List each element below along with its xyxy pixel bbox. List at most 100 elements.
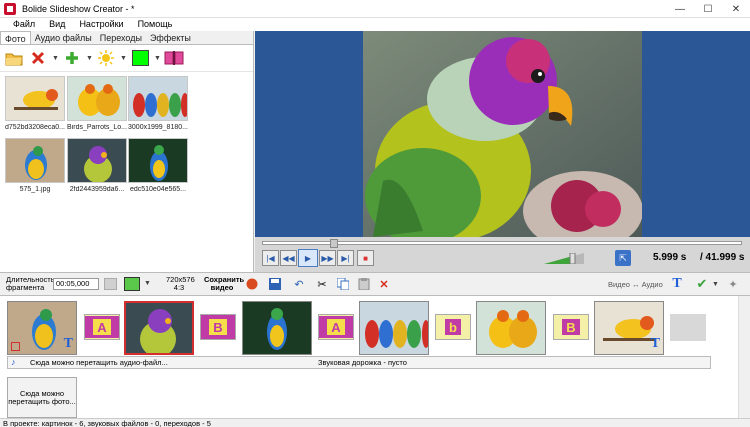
svg-text:A: A: [97, 320, 107, 335]
transition-a[interactable]: A: [84, 314, 120, 340]
tab-audio[interactable]: Аудио файлы: [31, 31, 96, 44]
delete-icon[interactable]: [28, 48, 48, 68]
photo-caption: 2fd2443959da6...: [69, 186, 125, 193]
media-panel: Фото Аудио файлы Переходы Эффекты ▼ ▼ ▼ …: [0, 31, 254, 272]
timeline-slide-selected[interactable]: [124, 301, 194, 355]
cut-icon[interactable]: ✂: [315, 277, 329, 291]
photo-thumbnail[interactable]: d752bd3208eca0...: [5, 76, 65, 131]
color-dropdown-icon[interactable]: ▼: [144, 280, 151, 287]
photo-thumbnail[interactable]: edc510e04e565...: [128, 138, 188, 193]
photo-caption: 575_1.jpg: [19, 186, 51, 193]
color-dropdown-icon[interactable]: ▼: [154, 55, 161, 62]
menu-file[interactable]: Файл: [6, 18, 42, 31]
timeline-toolbar: Длительность фрагмента 00:05,000 ▼ 720x5…: [0, 272, 750, 295]
text-effect-icon: T: [63, 336, 73, 351]
gray-color-swatch[interactable]: [104, 278, 117, 290]
save-icon[interactable]: [268, 277, 282, 291]
photo-caption: Birds_Parrots_Lo...: [67, 124, 127, 131]
close-button[interactable]: ✕: [722, 0, 750, 18]
svg-text:A: A: [331, 320, 341, 335]
timeline: T A B A b B T ♪ Сюда можно перетащить ау…: [0, 295, 750, 419]
effect-badge-icon: [11, 342, 20, 351]
transition-b[interactable]: B: [553, 314, 589, 340]
undo-icon[interactable]: ↶: [292, 277, 306, 291]
sun-icon[interactable]: [96, 48, 116, 68]
empty-slide-slot[interactable]: [670, 314, 706, 341]
title-bar: Bolide Slideshow Creator - * — ☐ ✕: [0, 0, 750, 18]
delete-slide-icon[interactable]: ✕: [377, 277, 391, 291]
seek-bar[interactable]: [262, 239, 742, 248]
audio-track[interactable]: ♪ Сюда можно перетащить аудио-файл... Зв…: [7, 356, 711, 369]
open-folder-icon[interactable]: [4, 48, 24, 68]
app-icon: [4, 2, 16, 15]
add-text-icon[interactable]: T: [670, 276, 684, 291]
timeline-slide[interactable]: [242, 301, 312, 355]
volume-slider[interactable]: [544, 252, 584, 265]
background-color-swatch[interactable]: [130, 48, 150, 68]
maximize-button[interactable]: ☐: [694, 0, 722, 18]
preview-area: [255, 31, 750, 237]
save-video-button[interactable]: Сохранить видео: [204, 276, 244, 292]
photo-caption: d752bd3208eca0...: [5, 124, 65, 131]
duration-label: Длительность фрагмента: [6, 275, 55, 292]
magic-wand-icon[interactable]: ✦: [726, 277, 740, 291]
checkmark-icon[interactable]: ✔: [695, 276, 709, 291]
copy-icon[interactable]: [336, 277, 350, 291]
green-color-swatch[interactable]: [124, 277, 140, 291]
menu-view[interactable]: Вид: [42, 18, 72, 31]
next-button[interactable]: ▶▶: [319, 250, 336, 266]
delete-dropdown-icon[interactable]: ▼: [52, 55, 59, 62]
status-bar: В проекте: картинок - 6, звуковых файлов…: [0, 418, 750, 427]
photo-caption: 3000x1999_8180...: [128, 124, 188, 131]
svg-text:b: b: [449, 320, 457, 335]
audio-track-status: Звуковая дорожка - пусто: [318, 358, 407, 367]
text-effect-icon: T: [650, 336, 660, 351]
menu-help[interactable]: Помощь: [131, 18, 180, 31]
transition-b[interactable]: B: [200, 314, 236, 340]
total-time: / 41.999 s: [700, 252, 745, 263]
duration-input[interactable]: 00:05,000: [53, 278, 99, 290]
timeline-slide[interactable]: [359, 301, 429, 355]
go-start-button[interactable]: |◀: [262, 250, 279, 266]
go-end-button[interactable]: ▶|: [337, 250, 354, 266]
book-icon[interactable]: [164, 48, 184, 68]
transition-b[interactable]: b: [435, 314, 471, 340]
resolution-label[interactable]: 720x576 4:3: [166, 276, 195, 292]
menu-bar: Файл Вид Настройки Помощь: [0, 18, 750, 31]
seek-handle[interactable]: [330, 239, 338, 248]
video-audio-toggle[interactable]: Видео ↔ Аудио: [608, 280, 663, 289]
photo-thumbnail[interactable]: 2fd2443959da6...: [67, 138, 127, 193]
photo-thumbnail[interactable]: Birds_Parrots_Lo...: [67, 76, 127, 131]
menu-settings[interactable]: Настройки: [72, 18, 130, 31]
audio-drag-hint: Сюда можно перетащить аудио-файл...: [30, 358, 168, 367]
player-controls: |◀ ◀◀ ▶ ▶▶ ▶| ■ ⇱ 5.999 s / 41.999 s: [255, 237, 750, 272]
paste-icon[interactable]: [357, 277, 371, 291]
tab-effects[interactable]: Эффекты: [146, 31, 195, 44]
photo-toolbar: ▼ ▼ ▼ ▼: [0, 45, 253, 72]
svg-text:B: B: [566, 320, 575, 335]
tab-photos[interactable]: Фото: [0, 31, 31, 44]
current-time: 5.999 s: [653, 252, 687, 263]
sun-dropdown-icon[interactable]: ▼: [120, 55, 127, 62]
add-icon[interactable]: [62, 48, 82, 68]
previous-button[interactable]: ◀◀: [280, 250, 297, 266]
record-icon[interactable]: [245, 277, 259, 291]
photo-drop-zone[interactable]: Сюда можно перетащить фото...: [7, 377, 77, 418]
checkmark-dropdown-icon[interactable]: ▼: [712, 281, 719, 288]
tab-transitions[interactable]: Переходы: [96, 31, 146, 44]
minimize-button[interactable]: —: [666, 0, 694, 18]
timeline-slide[interactable]: T: [7, 301, 77, 355]
timeline-slide[interactable]: [476, 301, 546, 355]
timeline-slide[interactable]: T: [594, 301, 664, 355]
fullscreen-button[interactable]: ⇱: [615, 250, 631, 266]
photo-thumbnail[interactable]: 575_1.jpg: [5, 138, 65, 193]
photo-caption: edc510e04e565...: [129, 186, 187, 193]
music-note-icon: ♪: [11, 357, 16, 367]
timeline-scrollbar[interactable]: [738, 296, 750, 419]
play-button[interactable]: ▶: [298, 249, 318, 267]
add-dropdown-icon[interactable]: ▼: [86, 55, 93, 62]
svg-text:B: B: [213, 320, 222, 335]
stop-button[interactable]: ■: [357, 250, 374, 266]
transition-a[interactable]: A: [318, 314, 354, 340]
photo-thumbnail[interactable]: 3000x1999_8180...: [128, 76, 188, 131]
